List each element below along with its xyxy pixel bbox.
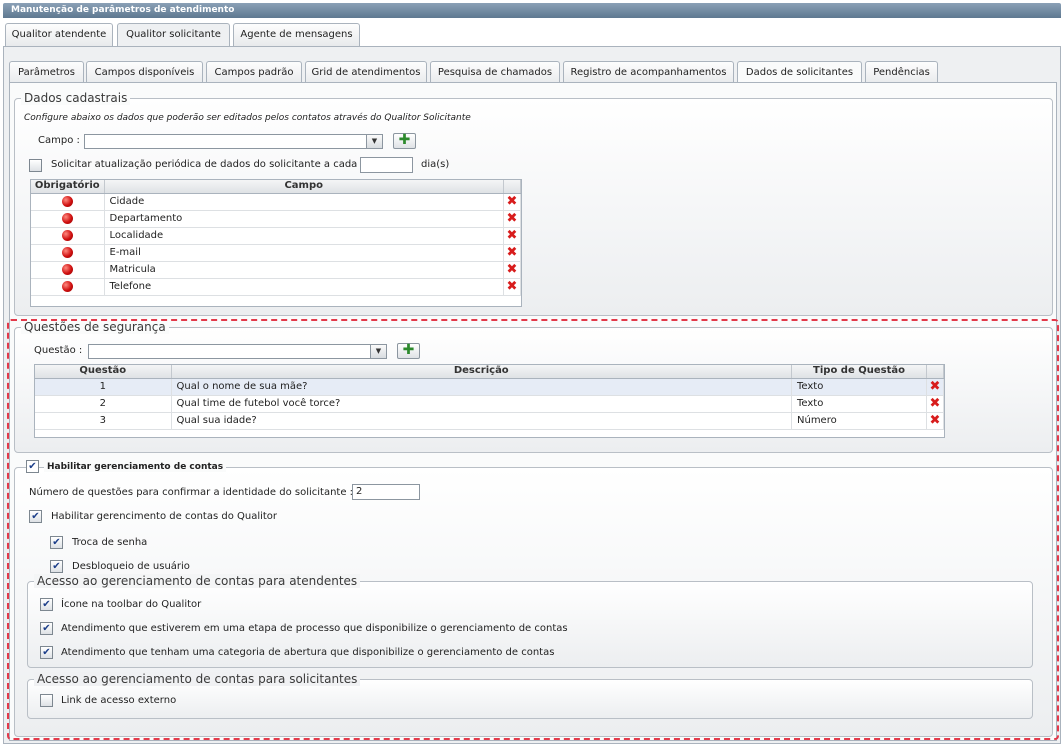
- required-icon[interactable]: [61, 195, 73, 207]
- tab-pendencias[interactable]: Pendências: [865, 61, 938, 84]
- dados-cadastrais-fieldset: Dados cadastrais Configure abaixo os dad…: [14, 91, 1053, 316]
- tab-dados-solicitantes[interactable]: Dados de solicitantes: [737, 61, 862, 84]
- window-title: Manutenção de parâmetros de atendimento: [3, 3, 1061, 18]
- delete-icon[interactable]: ✖: [507, 279, 518, 294]
- col-obrigatorio[interactable]: Obrigatório: [31, 180, 105, 194]
- campo-cell: Telefone: [104, 278, 504, 296]
- periodic-days-input[interactable]: [360, 157, 413, 173]
- tab-parametros[interactable]: Parâmetros: [9, 61, 84, 84]
- campo-cell: Cidade: [104, 193, 504, 211]
- delete-icon[interactable]: ✖: [507, 211, 518, 226]
- tab-qualitor-atendente[interactable]: Qualitor atendente: [5, 23, 113, 46]
- campos-grid: Obrigatório Campo Cidade ✖ Departamento ✖ …: [30, 179, 522, 307]
- required-icon[interactable]: [61, 280, 73, 292]
- campo-cell: Departamento: [104, 210, 504, 228]
- campo-cell: Localidade: [104, 227, 504, 245]
- tab-campos-disponiveis[interactable]: Campos disponíveis: [86, 61, 203, 84]
- required-icon[interactable]: [61, 246, 73, 258]
- add-campo-button[interactable]: ✚: [393, 133, 416, 149]
- campo-cell: Matricula: [104, 261, 504, 279]
- required-icon[interactable]: [61, 229, 73, 241]
- days-label: dia(s): [421, 159, 450, 170]
- required-icon[interactable]: [61, 263, 73, 275]
- tab-campos-padrao[interactable]: Campos padrão: [206, 61, 302, 84]
- col-actions: [503, 180, 521, 194]
- table-row[interactable]: Telefone ✖: [31, 278, 521, 296]
- tab-registro-acompanhamentos[interactable]: Registro de acompanhamentos: [563, 61, 734, 84]
- tab-grid-atendimentos[interactable]: Grid de atendimentos: [305, 61, 427, 84]
- tab-agente-mensagens[interactable]: Agente de mensagens: [233, 23, 360, 46]
- dados-description: Configure abaixo os dados que poderão se…: [24, 113, 471, 123]
- tab-pesquisa-chamados[interactable]: Pesquisa de chamados: [430, 61, 560, 84]
- table-row[interactable]: Departamento ✖: [31, 210, 521, 228]
- periodic-update-checkbox[interactable]: [29, 159, 42, 172]
- highlight-annotation: [7, 319, 1059, 740]
- campo-cell: E-mail: [104, 244, 504, 262]
- chevron-down-icon[interactable]: ▼: [366, 135, 382, 148]
- col-campo[interactable]: Campo: [104, 180, 504, 194]
- campo-select[interactable]: ▼: [84, 134, 383, 149]
- table-row[interactable]: Localidade ✖: [31, 227, 521, 245]
- delete-icon[interactable]: ✖: [507, 245, 518, 260]
- periodic-label: Solicitar atualização periódica de dados…: [51, 159, 358, 170]
- required-icon[interactable]: [61, 212, 73, 224]
- campo-label: Campo :: [38, 135, 80, 146]
- delete-icon[interactable]: ✖: [507, 262, 518, 277]
- table-row[interactable]: Cidade ✖: [31, 193, 521, 211]
- delete-icon[interactable]: ✖: [507, 228, 518, 243]
- tab-qualitor-solicitante[interactable]: Qualitor solicitante: [117, 23, 230, 47]
- dados-legend: Dados cadastrais: [21, 91, 131, 105]
- table-row[interactable]: Matricula ✖: [31, 261, 521, 279]
- table-row[interactable]: E-mail ✖: [31, 244, 521, 262]
- delete-icon[interactable]: ✖: [507, 194, 518, 209]
- plus-icon: ✚: [398, 132, 411, 148]
